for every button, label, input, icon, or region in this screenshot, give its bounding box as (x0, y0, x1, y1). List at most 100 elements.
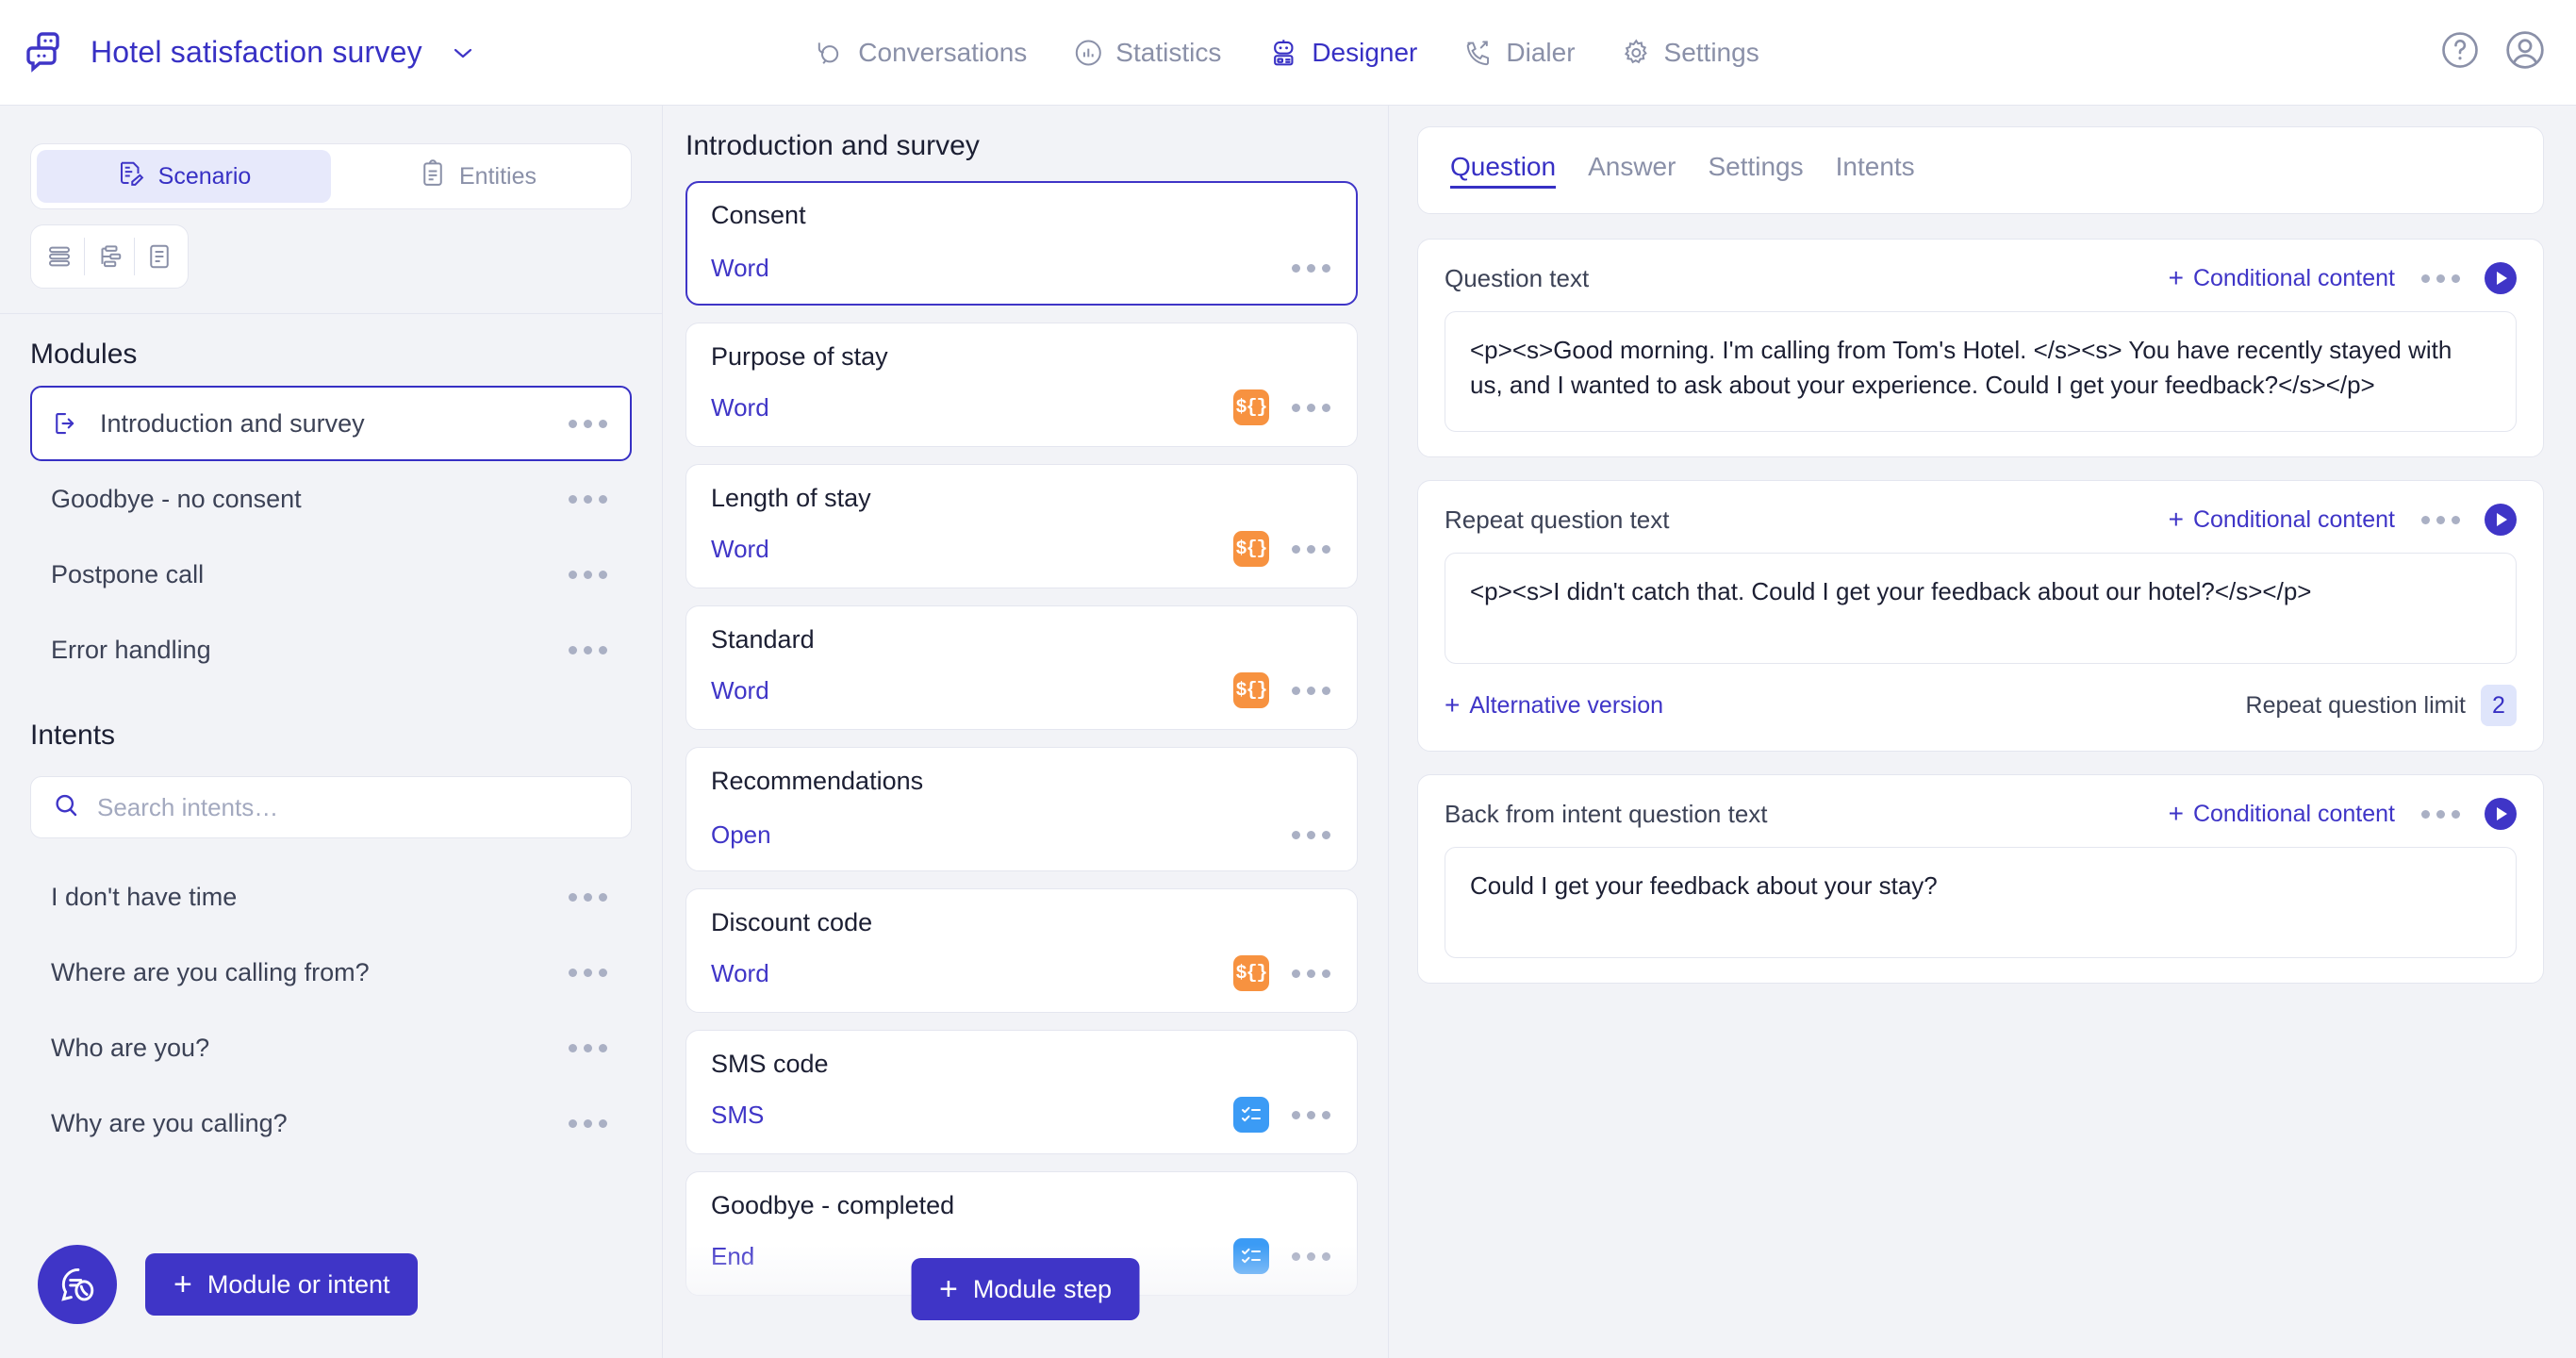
step-type: Word (711, 254, 1286, 283)
help-circle-icon[interactable] (2440, 30, 2480, 75)
add-conditional-content-link[interactable]: + Conditional content (2169, 506, 2395, 534)
step-type: Word (711, 959, 1233, 988)
nav-item-dialer[interactable]: Dialer (1464, 38, 1575, 68)
step-type: Word (711, 676, 1233, 705)
sidebar-intent-who-are-you[interactable]: Who are you? (30, 1010, 632, 1085)
intent-label: I don't have time (51, 883, 563, 912)
sidebar-intent-i-dont-have-time[interactable]: I don't have time (30, 859, 632, 935)
repeat-question-limit: Repeat question limit 2 (2246, 685, 2517, 726)
step-card-recommendations[interactable]: Recommendations Open (685, 747, 1358, 871)
sidebar: Scenario Entities (0, 106, 663, 1358)
more-dots-icon[interactable] (1286, 1101, 1336, 1129)
tab-answer[interactable]: Answer (1588, 152, 1676, 189)
add-module-step-button[interactable]: + Module step (911, 1258, 1140, 1320)
more-dots-icon[interactable] (1286, 1243, 1336, 1270)
sidebar-item-label: Postpone call (51, 560, 563, 589)
chat-bubbles-icon (26, 32, 72, 74)
more-dots-icon[interactable] (2416, 506, 2466, 534)
step-card-standard[interactable]: Standard Word ${} (685, 605, 1358, 730)
repeat-question-text-value[interactable]: <p><s>I didn't catch that. Could I get y… (1445, 553, 2517, 664)
nav-label: Conversations (858, 38, 1027, 68)
add-alternative-version-link[interactable]: + Alternative version (1445, 692, 1663, 720)
sidebar-footer: + Module or intent (0, 1245, 662, 1324)
play-icon[interactable] (2485, 798, 2517, 830)
more-dots-icon[interactable] (2416, 265, 2466, 292)
more-dots-icon[interactable] (563, 1110, 613, 1137)
intent-label: Where are you calling from? (51, 958, 563, 987)
segment-entities[interactable]: Entities (331, 150, 625, 203)
sidebar-item-introduction-and-survey[interactable]: Introduction and survey (30, 386, 632, 461)
nav-item-settings[interactable]: Settings (1623, 38, 1759, 68)
nav-label: Designer (1312, 38, 1417, 68)
conditional-label: Conditional content (2193, 801, 2395, 828)
step-card-discount-code[interactable]: Discount code Word ${} (685, 888, 1358, 1013)
more-dots-icon[interactable] (1286, 960, 1336, 987)
step-card-consent[interactable]: Consent Word (685, 181, 1358, 306)
add-conditional-content-link[interactable]: + Conditional content (2169, 265, 2395, 292)
step-type: Open (711, 820, 1286, 850)
segment-scenario[interactable]: Scenario (37, 150, 331, 203)
field-label: Back from intent question text (1445, 800, 2169, 829)
search-input[interactable] (97, 793, 610, 822)
search-intents-box[interactable] (30, 776, 632, 838)
step-card-purpose-of-stay[interactable]: Purpose of stay Word ${} (685, 323, 1358, 447)
steps-heading: Introduction and survey (663, 106, 1388, 181)
step-name: Consent (711, 201, 1336, 230)
sidebar-item-label: Error handling (51, 636, 563, 665)
workspace: Scenario Entities (0, 106, 2576, 1358)
add-conditional-content-link[interactable]: + Conditional content (2169, 801, 2395, 828)
more-dots-icon[interactable] (1286, 255, 1336, 282)
limit-label: Repeat question limit (2246, 692, 2466, 720)
designer-robot-icon (1268, 39, 1298, 67)
user-avatar-icon[interactable] (2504, 29, 2546, 75)
more-dots-icon[interactable] (563, 1035, 613, 1062)
nav-item-conversations[interactable]: Conversations (817, 38, 1027, 68)
play-icon[interactable] (2485, 262, 2517, 294)
segment-label: Entities (459, 163, 537, 190)
document-view-icon[interactable] (135, 235, 184, 278)
flow-view-icon[interactable] (85, 235, 134, 278)
sidebar-item-postpone-call[interactable]: Postpone call (30, 537, 632, 612)
tab-question[interactable]: Question (1450, 152, 1556, 189)
more-dots-icon[interactable] (1286, 394, 1336, 422)
limit-value[interactable]: 2 (2481, 685, 2517, 726)
list-view-icon[interactable] (35, 235, 84, 278)
steps-list: Consent Word Purpose of stay Word ${} Le… (663, 181, 1388, 1296)
more-dots-icon[interactable] (563, 561, 613, 588)
more-dots-icon[interactable] (1286, 821, 1336, 849)
chevron-down-icon[interactable] (453, 46, 473, 59)
step-card-length-of-stay[interactable]: Length of stay Word ${} (685, 464, 1358, 588)
more-dots-icon[interactable] (563, 486, 613, 513)
tab-intents[interactable]: Intents (1836, 152, 1915, 189)
more-dots-icon[interactable] (563, 637, 613, 664)
play-icon[interactable] (2485, 504, 2517, 536)
more-dots-icon[interactable] (1286, 536, 1336, 563)
more-dots-icon[interactable] (2416, 801, 2466, 828)
chat-call-icon[interactable] (38, 1245, 117, 1324)
plus-icon: + (2169, 265, 2184, 291)
more-dots-icon[interactable] (563, 959, 613, 986)
more-dots-icon[interactable] (1286, 677, 1336, 704)
more-dots-icon[interactable] (563, 410, 613, 438)
question-text-value[interactable]: <p><s>Good morning. I'm calling from Tom… (1445, 311, 2517, 432)
plus-icon: + (1445, 692, 1460, 719)
sidebar-item-goodbye-no-consent[interactable]: Goodbye - no consent (30, 461, 632, 537)
step-name: Discount code (711, 908, 1336, 937)
sidebar-intent-where-are-you-calling-from[interactable]: Where are you calling from? (30, 935, 632, 1010)
step-card-sms-code[interactable]: SMS code SMS (685, 1030, 1358, 1154)
brand[interactable]: Hotel satisfaction survey (0, 32, 473, 74)
back-from-intent-text-value[interactable]: Could I get your feedback about your sta… (1445, 847, 2517, 958)
nav-item-designer[interactable]: Designer (1268, 38, 1417, 68)
add-module-or-intent-button[interactable]: + Module or intent (145, 1253, 418, 1316)
nav-item-statistics[interactable]: Statistics (1074, 38, 1221, 68)
step-type: SMS (711, 1101, 1233, 1130)
module-exit-icon (51, 409, 83, 438)
step-name: SMS code (711, 1050, 1336, 1079)
tab-settings[interactable]: Settings (1708, 152, 1803, 189)
sidebar-item-error-handling[interactable]: Error handling (30, 612, 632, 687)
sidebar-intent-why-are-you-calling[interactable]: Why are you calling? (30, 1085, 632, 1161)
top-right-actions (2440, 29, 2546, 75)
statistics-icon (1074, 39, 1102, 67)
field-label: Repeat question text (1445, 505, 2169, 535)
more-dots-icon[interactable] (563, 884, 613, 911)
